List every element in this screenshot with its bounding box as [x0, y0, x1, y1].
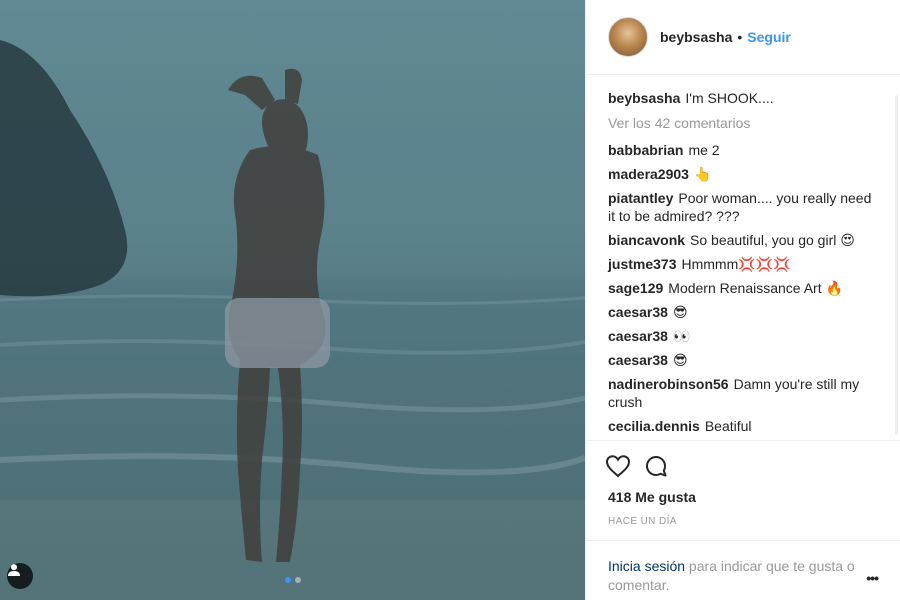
view-all-comments-link[interactable]: Ver los 42 comentarios	[608, 115, 878, 131]
login-prompt-text: Inicia sesión para indicar que te gusta …	[608, 557, 858, 595]
comment-text: 👆	[693, 166, 712, 182]
comment-username[interactable]: sage129	[608, 280, 663, 296]
comment-username[interactable]: madera2903	[608, 166, 689, 182]
comment-username[interactable]: justme373	[608, 256, 676, 272]
comments-section: beybsasha I'm SHOOK.... Ver los 42 coment…	[586, 75, 900, 441]
comment-username[interactable]: piatantley	[608, 190, 673, 206]
comment-item: caesar38 👀	[608, 327, 878, 345]
comment-text: me 2	[688, 142, 720, 158]
comment-text: Beatiful	[704, 418, 752, 434]
comment-item: caesar38 😎	[608, 303, 878, 321]
post-photo[interactable]	[0, 0, 585, 600]
instagram-post: beybsasha • Seguir beybsasha I'm SHOOK...…	[0, 0, 900, 600]
comment-username[interactable]: babbabrian	[608, 142, 683, 158]
caption-username[interactable]: beybsasha	[608, 90, 680, 106]
caption: beybsasha I'm SHOOK....	[608, 89, 878, 107]
comment-icon[interactable]	[642, 452, 670, 480]
comment-item: nadinerobinson56 Damn you're still my cru…	[608, 375, 878, 411]
comment-username[interactable]: caesar38	[608, 304, 668, 320]
comment-username[interactable]: biancavonk	[608, 232, 685, 248]
comment-text: 😎	[672, 352, 688, 368]
comment-username[interactable]: cecilia.dennis	[608, 418, 700, 434]
comment-item: biancavonk So beautiful, you go girl 😍	[608, 231, 878, 249]
carousel-indicator[interactable]	[284, 577, 301, 583]
comment-text: Hmmmm💢💢💢	[681, 256, 791, 272]
comment-item: babbabrian me 2	[608, 141, 878, 159]
comment-item: madera2903 👆	[608, 165, 878, 183]
login-prompt: Inicia sesión para indicar que te gusta …	[586, 541, 900, 595]
comment-text: 👀	[672, 328, 691, 344]
follow-button[interactable]: Seguir	[747, 29, 791, 45]
carousel-dot-2[interactable]	[294, 577, 301, 583]
more-options-button[interactable]: •••	[858, 557, 879, 588]
likes-count[interactable]: 418 Me gusta	[586, 481, 900, 505]
comments-scrollbar[interactable]	[895, 95, 898, 435]
person-tag-icon[interactable]	[7, 563, 33, 589]
carousel-dot-1[interactable]	[284, 577, 291, 583]
post-header: beybsasha • Seguir	[586, 0, 900, 75]
photo-scene	[0, 0, 585, 600]
comment-item: piatantley Poor woman.... you really need…	[608, 189, 878, 225]
caption-text: I'm SHOOK....	[685, 90, 774, 106]
comment-text: So beautiful, you go girl 😍	[690, 232, 855, 248]
comment-item: sage129 Modern Renaissance Art 🔥	[608, 279, 878, 297]
comment-item: caesar38 😎	[608, 351, 878, 369]
post-side-panel: beybsasha • Seguir beybsasha I'm SHOOK...…	[585, 0, 900, 600]
avatar[interactable]	[608, 17, 648, 57]
comment-item: justme373 Hmmmm💢💢💢	[608, 255, 878, 273]
header-separator: •	[737, 29, 743, 45]
post-timestamp: HACE UN DÍA	[586, 505, 900, 541]
comment-text: Modern Renaissance Art 🔥	[668, 280, 843, 296]
login-link[interactable]: Inicia sesión	[608, 558, 685, 574]
comment-text: 😎	[672, 304, 688, 320]
comment-username[interactable]: nadinerobinson56	[608, 376, 729, 392]
header-username[interactable]: beybsasha	[660, 29, 732, 45]
action-bar	[586, 441, 900, 481]
comment-username[interactable]: caesar38	[608, 352, 668, 368]
heart-icon[interactable]	[604, 452, 632, 480]
comment-username[interactable]: caesar38	[608, 328, 668, 344]
comment-item: cecilia.dennis Beatiful	[608, 417, 878, 435]
